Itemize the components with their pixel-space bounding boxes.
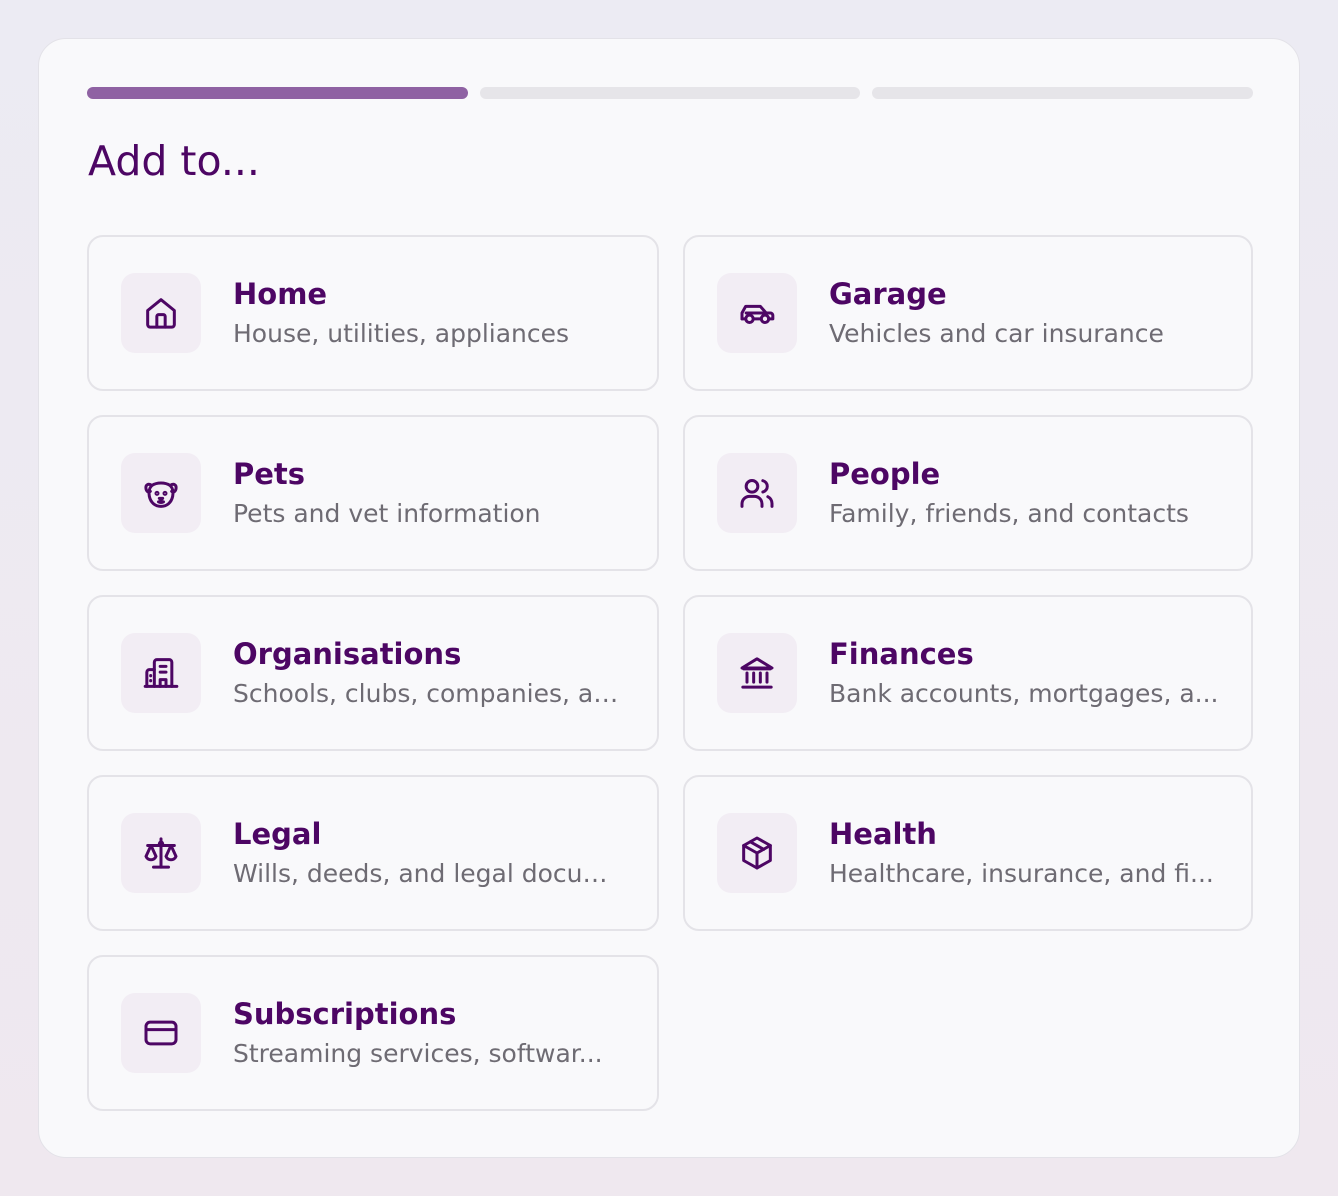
category-label: Home bbox=[233, 277, 328, 311]
category-label: Subscriptions bbox=[233, 997, 457, 1031]
category-description: Schools, clubs, companies, an... bbox=[233, 679, 629, 708]
category-label: Legal bbox=[233, 817, 322, 851]
category-pets[interactable]: Pets Pets and vet information bbox=[87, 415, 659, 571]
add-to-dialog: Add to... Home House, utilities, applian… bbox=[38, 38, 1300, 1158]
category-label: Health bbox=[829, 817, 937, 851]
category-subscriptions[interactable]: Subscriptions Streaming services, softwa… bbox=[87, 955, 659, 1111]
category-description: Family, friends, and contacts bbox=[829, 499, 1189, 528]
category-label: Garage bbox=[829, 277, 947, 311]
progress-step-3 bbox=[872, 87, 1254, 99]
users-icon bbox=[717, 453, 797, 533]
category-label: Pets bbox=[233, 457, 306, 491]
dog-icon bbox=[121, 453, 201, 533]
category-health[interactable]: Health Healthcare, insurance, and fi... bbox=[683, 775, 1253, 931]
car-icon bbox=[717, 273, 797, 353]
category-home[interactable]: Home House, utilities, appliances bbox=[87, 235, 659, 391]
category-garage[interactable]: Garage Vehicles and car insurance bbox=[683, 235, 1253, 391]
scale-icon bbox=[121, 813, 201, 893]
category-description: Healthcare, insurance, and fi... bbox=[829, 859, 1214, 888]
category-description: Wills, deeds, and legal docum... bbox=[233, 859, 629, 888]
home-icon bbox=[121, 273, 201, 353]
category-organisations[interactable]: Organisations Schools, clubs, companies,… bbox=[87, 595, 659, 751]
category-label: Finances bbox=[829, 637, 974, 671]
step-progress bbox=[87, 87, 1254, 99]
category-description: Vehicles and car insurance bbox=[829, 319, 1164, 348]
credit-card-icon bbox=[121, 993, 201, 1073]
progress-step-1 bbox=[87, 87, 468, 99]
bank-icon bbox=[717, 633, 797, 713]
category-label: People bbox=[829, 457, 941, 491]
box-icon bbox=[717, 813, 797, 893]
category-finances[interactable]: Finances Bank accounts, mortgages, a... bbox=[683, 595, 1253, 751]
category-description: Streaming services, softwar... bbox=[233, 1039, 603, 1068]
progress-step-2 bbox=[479, 87, 861, 99]
category-grid: Home House, utilities, appliances Garage… bbox=[87, 235, 1253, 1111]
category-people[interactable]: People Family, friends, and contacts bbox=[683, 415, 1253, 571]
category-legal[interactable]: Legal Wills, deeds, and legal docum... bbox=[87, 775, 659, 931]
category-description: Bank accounts, mortgages, a... bbox=[829, 679, 1219, 708]
category-description: House, utilities, appliances bbox=[233, 319, 570, 348]
category-description: Pets and vet information bbox=[233, 499, 541, 528]
building-icon bbox=[121, 633, 201, 713]
category-label: Organisations bbox=[233, 637, 462, 671]
page-title: Add to... bbox=[88, 137, 260, 185]
